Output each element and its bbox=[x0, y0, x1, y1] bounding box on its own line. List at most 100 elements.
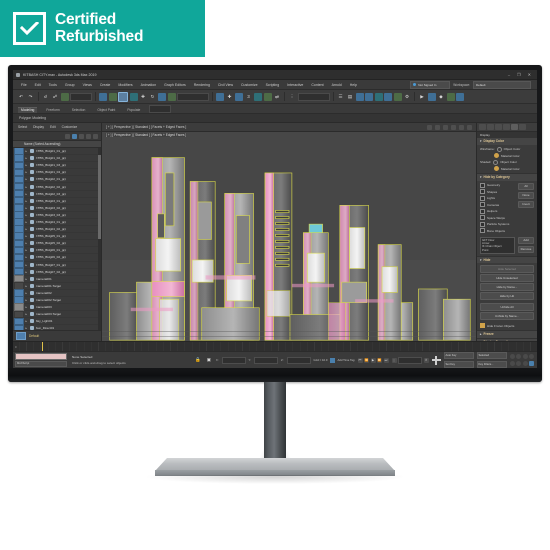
expand-arrow-icon[interactable]: ▸ bbox=[26, 312, 29, 316]
reference-coordinate-dropdown[interactable] bbox=[177, 92, 209, 101]
scene-explorer-row[interactable]: ▸ KTBS_Bldg05_02_grp bbox=[13, 239, 101, 248]
expand-arrow-icon[interactable]: ▸ bbox=[26, 234, 29, 238]
field-of-view-icon[interactable] bbox=[529, 354, 534, 360]
snap-toggle-icon[interactable]: ✚ bbox=[226, 93, 234, 101]
asset-tracking-icon[interactable] bbox=[456, 92, 464, 101]
category-geometry[interactable]: Geometry bbox=[480, 182, 515, 188]
selected-dropdown[interactable]: Selected bbox=[476, 352, 507, 360]
viewport-camera-icon[interactable] bbox=[451, 124, 456, 130]
explorer-menu-customize[interactable]: Customize bbox=[62, 125, 78, 129]
scene-explorer-row[interactable]: ▸ KTBS_Bldg03_02_grp bbox=[13, 204, 101, 212]
selection-lock-icon[interactable]: 🔒 bbox=[194, 356, 202, 364]
filter-lock-icon[interactable] bbox=[79, 133, 84, 139]
menu-customize[interactable]: Customize bbox=[237, 83, 262, 87]
ribbon-overflow-field[interactable] bbox=[149, 105, 172, 113]
orbit-icon[interactable] bbox=[516, 360, 521, 366]
scene-explorer-row[interactable]: ▸ KTBS_Bldg06_01_grp bbox=[13, 246, 101, 255]
scene-explorer-row[interactable]: ▸ KTBS_Bldg07_01_grp bbox=[13, 260, 101, 269]
expand-arrow-icon[interactable]: ▸ bbox=[26, 206, 29, 210]
checkbox-icon[interactable] bbox=[480, 215, 485, 220]
material-editor-icon[interactable] bbox=[374, 92, 383, 101]
checkbox-icon[interactable] bbox=[480, 189, 485, 194]
menu-edit[interactable]: Edit bbox=[31, 83, 45, 87]
scene-explorer-scrollbar[interactable] bbox=[98, 148, 101, 330]
menu-scripting[interactable]: Scripting bbox=[262, 83, 284, 87]
scene-explorer-row[interactable]: ▸ KTBS_Bldg01_04_grp bbox=[13, 168, 101, 177]
menu-graph-editors[interactable]: Graph Editors bbox=[160, 83, 190, 87]
scene-explorer-row[interactable]: ▸ KTBS_Bldg05_01_grp bbox=[13, 232, 101, 241]
checkbox-icon[interactable] bbox=[480, 228, 485, 233]
filter-search-icon[interactable] bbox=[65, 133, 70, 139]
scene-explorer-row[interactable]: ▸ KTBS_Bldg02_02_grp bbox=[13, 182, 101, 191]
category-helpers[interactable]: Helpers bbox=[480, 208, 515, 214]
close-button[interactable]: ✕ bbox=[528, 72, 531, 77]
previous-frame-icon[interactable]: ⏪ bbox=[364, 357, 369, 363]
expand-arrow-icon[interactable]: ▸ bbox=[26, 227, 29, 231]
main-toolbar[interactable]: ↶ ↷ ☌ ☍ ✚ ↻ ✚ 3 ⇄ ⋮ ☰ ▤ ⚙ ▶ ◆ bbox=[13, 90, 537, 104]
menu-interactive[interactable]: Interactive bbox=[283, 83, 307, 87]
bind-space-warp-icon[interactable] bbox=[60, 92, 69, 101]
align-icon[interactable]: ⋮ bbox=[288, 93, 296, 101]
expand-arrow-icon[interactable]: ▸ bbox=[26, 305, 29, 309]
wireframe-object-color-radio[interactable] bbox=[496, 146, 502, 152]
expand-arrow-icon[interactable]: ▸ bbox=[26, 248, 29, 252]
select-rotate-icon[interactable]: ↻ bbox=[149, 93, 157, 101]
expand-arrow-icon[interactable]: ▸ bbox=[26, 170, 29, 174]
viewport-safeframe-icon[interactable] bbox=[443, 124, 448, 130]
expand-arrow-icon[interactable]: ▸ bbox=[26, 277, 29, 281]
undo-icon[interactable]: ↶ bbox=[17, 93, 25, 101]
checkbox-icon[interactable] bbox=[480, 208, 485, 214]
redo-icon[interactable]: ↷ bbox=[27, 93, 35, 101]
hide-frozen-objects-row[interactable]: Hide Frozen Objects bbox=[480, 323, 534, 328]
scene-explorer-row[interactable]: ▸ KTBS_Bldg01_01_grp bbox=[13, 148, 101, 156]
key-filters-button[interactable]: Key Filters... bbox=[476, 360, 507, 368]
checkbox-icon[interactable] bbox=[480, 221, 485, 227]
viewport-add-icon[interactable] bbox=[427, 124, 432, 130]
viewport-toolbar[interactable]: [ + ] [ Perspective ] [ Standard ] [ Fac… bbox=[102, 123, 476, 132]
viewport-settings-icon[interactable] bbox=[467, 124, 472, 130]
menu-views[interactable]: Views bbox=[79, 83, 96, 87]
coord-x-field[interactable] bbox=[221, 356, 246, 364]
command-panel-scroll[interactable]: ▾ Display Color Wireframe: Object Color bbox=[477, 138, 537, 341]
scene-explorer-row[interactable]: ▸ Sky_Light01 bbox=[13, 317, 101, 326]
zoom-all-icon[interactable] bbox=[516, 354, 521, 360]
command-panel-tabs[interactable] bbox=[477, 123, 537, 132]
category-invert-button[interactable]: Invert bbox=[518, 200, 534, 208]
menu-arnold[interactable]: Arnold bbox=[328, 83, 346, 87]
scene-explorer-row[interactable]: ▸ KTBS_Bldg07_02_grp bbox=[13, 267, 101, 276]
scene-explorer-row[interactable]: ▸ KTBS_Bldg04_01_grp bbox=[13, 218, 101, 227]
key-controls[interactable]: Auto Key Set Key bbox=[443, 352, 474, 368]
play-animation-icon[interactable]: ▶ bbox=[370, 357, 376, 363]
scene-explorer-column-header[interactable]: Name (Sorted Ascending) bbox=[13, 141, 101, 148]
menu-file[interactable]: File bbox=[17, 83, 31, 87]
viewport-label[interactable]: [ + ] [ Perspective ] [ Standard ] [ Fac… bbox=[106, 125, 186, 129]
menu-modifiers[interactable]: Modifiers bbox=[114, 83, 136, 87]
tab-motion[interactable] bbox=[503, 124, 510, 130]
project-folder-icon[interactable] bbox=[446, 92, 455, 101]
next-frame-icon[interactable]: ⏩ bbox=[377, 357, 382, 363]
rollout-header[interactable]: ▸ Freeze bbox=[477, 331, 537, 338]
scene-explorer-row[interactable]: ▸ KTBS_Bldg02_03_grp bbox=[13, 189, 101, 198]
zoom-icon[interactable] bbox=[509, 354, 515, 360]
maximize-button[interactable]: ❐ bbox=[517, 72, 521, 77]
add-time-tag[interactable]: Add Time Tag bbox=[330, 357, 355, 363]
shaded-material-color-radio[interactable] bbox=[494, 166, 499, 171]
layer-explorer-icon[interactable]: ☰ bbox=[337, 93, 345, 101]
window-controls[interactable]: – ❐ ✕ bbox=[508, 72, 534, 77]
listener-mini-panel[interactable] bbox=[15, 353, 67, 360]
expand-arrow-icon[interactable]: ▸ bbox=[26, 177, 29, 181]
expand-arrow-icon[interactable]: ▸ bbox=[26, 326, 29, 330]
selection-filter-dropdown[interactable] bbox=[70, 92, 92, 101]
select-and-move-gizmo-icon[interactable] bbox=[431, 355, 441, 365]
expand-arrow-icon[interactable]: ▸ bbox=[26, 241, 29, 245]
ribbon-tab-object-paint[interactable]: Object Paint bbox=[94, 108, 118, 113]
menu-animation[interactable]: Animation bbox=[137, 83, 161, 87]
checkbox-icon[interactable] bbox=[480, 202, 485, 207]
filter-layer-icon[interactable] bbox=[93, 133, 98, 139]
tab-utilities[interactable] bbox=[519, 124, 526, 130]
viewport-navigation-controls[interactable] bbox=[509, 354, 534, 366]
unlink-icon[interactable]: ☍ bbox=[51, 93, 59, 101]
ribbon-tab-selection[interactable]: Selection bbox=[69, 108, 89, 113]
category-particle-systems[interactable]: Particle Systems bbox=[480, 221, 515, 227]
filter-sort-icon[interactable] bbox=[86, 133, 91, 139]
